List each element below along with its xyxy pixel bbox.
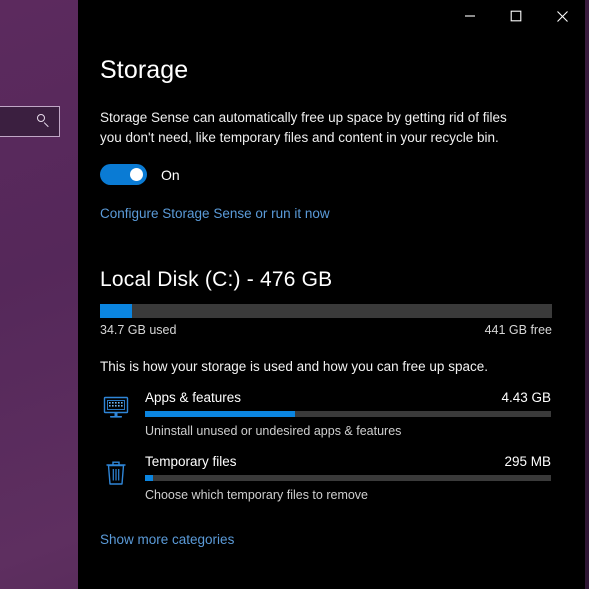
storage-category-subtitle: Uninstall unused or undesired apps & fea… <box>145 424 563 438</box>
storage-categories-list: Apps & features 4.43 GB Uninstall unused o… <box>100 390 563 502</box>
storage-category-header: Apps & features 4.43 GB <box>145 390 563 405</box>
storage-category-bar <box>145 411 551 417</box>
local-disk-heading: Local Disk (C:) - 476 GB <box>100 268 563 292</box>
storage-category-header: Temporary files 295 MB <box>145 454 563 469</box>
settings-window: Storage Storage Sense can automatically … <box>78 0 585 589</box>
search-icon <box>37 114 52 129</box>
storage-category-body: Apps & features 4.43 GB Uninstall unused o… <box>145 390 563 438</box>
apps-monitor-icon <box>100 390 132 432</box>
trash-can-icon <box>100 454 132 496</box>
storage-sense-description: Storage Sense can automatically free up … <box>100 108 525 148</box>
show-more-categories-link[interactable]: Show more categories <box>100 532 234 547</box>
disk-usage-legend: 34.7 GB used 441 GB free <box>100 323 552 337</box>
storage-sense-toggle-row: On <box>100 164 563 185</box>
storage-sense-toggle[interactable] <box>100 164 147 185</box>
storage-sense-toggle-label: On <box>161 167 180 183</box>
toggle-knob <box>130 168 143 181</box>
disk-used-label: 34.7 GB used <box>100 323 176 337</box>
storage-category-size: 4.43 GB <box>501 390 563 405</box>
storage-category-subtitle: Choose which temporary files to remove <box>145 488 563 502</box>
storage-category-row[interactable]: Apps & features 4.43 GB Uninstall unused o… <box>100 390 563 438</box>
close-button[interactable] <box>539 0 585 32</box>
desktop-right-edge <box>585 0 589 589</box>
storage-category-row[interactable]: Temporary files 295 MB Choose which tempor… <box>100 454 563 502</box>
storage-category-name: Temporary files <box>145 454 237 469</box>
storage-category-name: Apps & features <box>145 390 241 405</box>
page-title: Storage <box>100 56 563 85</box>
storage-category-bar-fill <box>145 411 295 417</box>
window-titlebar[interactable] <box>78 0 585 34</box>
maximize-button[interactable] <box>493 0 539 32</box>
disk-usage-bar-fill <box>100 304 132 318</box>
storage-category-bar-fill <box>145 475 153 481</box>
settings-content: Storage Storage Sense can automatically … <box>78 56 585 549</box>
storage-category-body: Temporary files 295 MB Choose which tempor… <box>145 454 563 502</box>
configure-storage-sense-link[interactable]: Configure Storage Sense or run it now <box>100 206 330 221</box>
usage-description: This is how your storage is used and how… <box>100 359 563 374</box>
screen: Storage Storage Sense can automatically … <box>0 0 589 589</box>
storage-category-size: 295 MB <box>504 454 563 469</box>
storage-category-bar <box>145 475 551 481</box>
taskbar-search-box[interactable] <box>0 106 60 137</box>
minimize-button[interactable] <box>447 0 493 32</box>
disk-usage-bar <box>100 304 552 318</box>
disk-free-label: 441 GB free <box>485 323 552 337</box>
